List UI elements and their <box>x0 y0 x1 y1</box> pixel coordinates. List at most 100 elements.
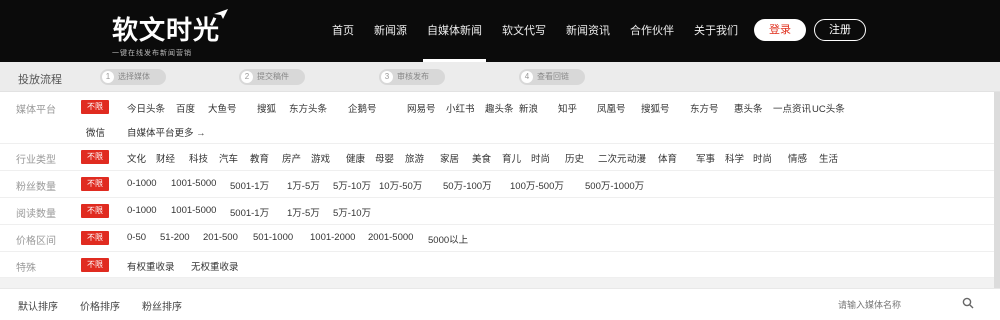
filter-option[interactable]: 文化 <box>127 151 146 165</box>
filter-option[interactable]: 大鱼号 <box>208 101 237 115</box>
filter-all-button[interactable]: 不限 <box>81 150 109 164</box>
nav-item[interactable]: 自媒体新闻 <box>417 0 492 62</box>
filter-option[interactable]: 时尚 <box>753 151 772 165</box>
filter-option[interactable]: 501-1000 <box>253 232 293 243</box>
filter-option[interactable]: 母婴 <box>375 151 394 165</box>
filter-all-button[interactable]: 不限 <box>81 177 109 191</box>
filter-option[interactable]: 二次元 <box>598 151 627 165</box>
filter-option[interactable]: 1001-5000 <box>171 178 216 189</box>
sort-option[interactable]: 粉丝排序 <box>142 298 182 313</box>
top-header: 软文时光 一键在线发布新闻营销 首页 新闻源 自媒体新闻 软文代写 新闻资讯 合作伙伴 关于… <box>0 0 1000 62</box>
filter-all-button[interactable]: 不限 <box>81 231 109 245</box>
process-step: 1 选择媒体 <box>100 69 166 85</box>
more-platforms-link[interactable]: 自媒体平台更多 → <box>127 125 206 139</box>
filter-option[interactable]: 房产 <box>282 151 301 165</box>
filter-option[interactable]: 军事 <box>696 151 715 165</box>
step-label: 选择媒体 <box>118 72 150 81</box>
main-nav: 首页 新闻源 自媒体新闻 软文代写 新闻资讯 合作伙伴 关于我们 <box>322 0 748 62</box>
filter-option[interactable]: 情感 <box>788 151 807 165</box>
filter-option[interactable]: 历史 <box>565 151 584 165</box>
filter-option[interactable]: 51-200 <box>160 232 190 243</box>
filter-option[interactable]: 动漫 <box>627 151 646 165</box>
filter-option[interactable]: 今日头条 <box>127 101 165 115</box>
filter-option[interactable]: 500万-1000万 <box>585 178 644 192</box>
scrollbar[interactable] <box>994 92 1000 288</box>
filter-option[interactable]: 知乎 <box>558 101 577 115</box>
register-button[interactable]: 注册 <box>814 19 866 41</box>
nav-item[interactable]: 关于我们 <box>684 0 748 62</box>
filter-option[interactable]: 2001-5000 <box>368 232 413 243</box>
filter-option[interactable]: 1万-5万 <box>287 178 320 192</box>
filter-option[interactable]: 汽车 <box>219 151 238 165</box>
filter-option[interactable]: 微信 <box>86 125 105 139</box>
steps-title: 投放流程 <box>18 74 62 86</box>
filter-all-button[interactable]: 不限 <box>81 204 109 218</box>
filter-option[interactable]: 0-1000 <box>127 205 157 216</box>
filter-option[interactable]: 财经 <box>156 151 175 165</box>
login-button[interactable]: 登录 <box>754 19 806 41</box>
step-label: 查看回链 <box>537 72 569 81</box>
filter-option[interactable]: 惠头条 <box>734 101 763 115</box>
filter-option[interactable]: 趣头条 <box>485 101 514 115</box>
filter-option[interactable]: 搜狐 <box>257 101 276 115</box>
filter-option[interactable]: 1万-5万 <box>287 205 320 219</box>
sort-option[interactable]: 价格排序 <box>80 298 120 313</box>
step-number-icon: 1 <box>102 71 114 83</box>
filter-option[interactable]: 无权重收录 <box>191 259 239 273</box>
filter-row: 行业类型 不限 文化 财经 科技 汽车 教育 房产 游戏 健康 母婴 旅游 家居 美食 育儿 时尚 历史 二次元动… <box>0 144 1000 171</box>
filter-row: 价格区间 不限 0-50 51-200 201-500 501-1000 1001-2000… <box>0 225 1000 252</box>
filter-option[interactable]: 100万-500万 <box>510 178 564 192</box>
filter-option[interactable]: 东方号 <box>690 101 719 115</box>
filter-all-button[interactable]: 不限 <box>81 100 109 114</box>
nav-item[interactable]: 新闻源 <box>364 0 417 62</box>
filter-option[interactable]: 教育 <box>250 151 269 165</box>
filter-option[interactable]: 科技 <box>189 151 208 165</box>
filter-option[interactable]: 新浪 <box>519 101 538 115</box>
process-steps: 投放流程 1 选择媒体 2 提交稿件 3 审核发布 4 查看回链 <box>0 62 1000 92</box>
filter-option[interactable]: 时尚 <box>531 151 550 165</box>
filter-option[interactable]: 1001-2000 <box>310 232 355 243</box>
filter-option[interactable]: 企鹅号 <box>348 101 377 115</box>
filter-option[interactable]: UC头条 <box>812 101 845 115</box>
filter-option[interactable]: 东方头条 <box>289 101 327 115</box>
filter-option[interactable]: 1001-5000 <box>171 205 216 216</box>
filter-option[interactable]: 5001-1万 <box>230 178 269 192</box>
search-input[interactable]: 请输入媒体名称 <box>838 298 901 311</box>
nav-item[interactable]: 首页 <box>322 0 364 62</box>
filter-option[interactable]: 百度 <box>176 101 195 115</box>
filter-option[interactable]: 旅游 <box>405 151 424 165</box>
filter-option[interactable]: 5000以上 <box>428 232 468 246</box>
filter-option[interactable]: 5001-1万 <box>230 205 269 219</box>
filter-option[interactable]: 美食 <box>472 151 491 165</box>
filter-option[interactable]: 生活 <box>819 151 838 165</box>
logo-tagline: 一键在线发布新闻营销 <box>112 50 192 57</box>
filter-option[interactable]: 科学 <box>725 151 744 165</box>
filter-option[interactable]: 0-1000 <box>127 178 157 189</box>
filter-option[interactable]: 有权重收录 <box>127 259 175 273</box>
filter-all-button[interactable]: 不限 <box>81 258 109 272</box>
filter-option[interactable]: 5万-10万 <box>333 205 371 219</box>
nav-item[interactable]: 软文代写 <box>492 0 556 62</box>
filter-option[interactable]: 育儿 <box>502 151 521 165</box>
search-icon[interactable] <box>962 297 974 309</box>
filter-option[interactable]: 10万-50万 <box>379 178 422 192</box>
site-logo[interactable]: 软文时光 一键在线发布新闻营销 <box>112 10 220 58</box>
filter-option[interactable]: 0-50 <box>127 232 146 243</box>
filter-option[interactable]: 搜狐号 <box>641 101 670 115</box>
filter-option[interactable]: 5万-10万 <box>333 178 371 192</box>
filter-option[interactable]: 201-500 <box>203 232 238 243</box>
filter-option[interactable]: 一点资讯 <box>773 101 811 115</box>
filter-option[interactable]: 家居 <box>440 151 459 165</box>
filter-option[interactable]: 网易号 <box>407 101 436 115</box>
filter-option[interactable]: 游戏 <box>311 151 330 165</box>
filter-option[interactable]: 健康 <box>346 151 365 165</box>
filter-option[interactable]: 50万-100万 <box>443 178 492 192</box>
nav-item[interactable]: 合作伙伴 <box>620 0 684 62</box>
filter-label: 阅读数量 <box>16 209 56 220</box>
filter-option[interactable]: 凤凰号 <box>597 101 626 115</box>
filter-option[interactable]: 小红书 <box>446 101 475 115</box>
filter-option[interactable]: 体育 <box>658 151 677 165</box>
nav-item[interactable]: 新闻资讯 <box>556 0 620 62</box>
sort-option[interactable]: 默认排序 <box>18 298 58 313</box>
filter-label: 媒体平台 <box>16 105 56 116</box>
